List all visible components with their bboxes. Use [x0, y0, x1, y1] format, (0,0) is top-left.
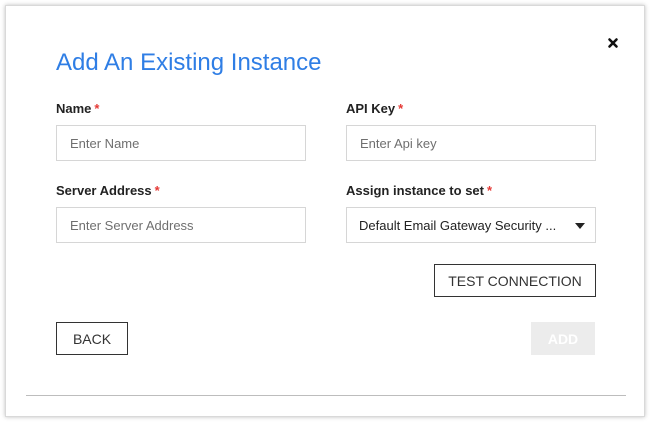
required-marker: *	[154, 183, 160, 198]
server-address-label-text: Server Address	[56, 183, 152, 198]
server-address-label: Server Address *	[56, 183, 160, 198]
caret-down-icon	[575, 223, 585, 229]
footer-divider	[26, 395, 626, 396]
back-button[interactable]: BACK	[56, 322, 128, 355]
close-icon	[605, 35, 621, 51]
required-marker: *	[94, 101, 100, 116]
server-address-input[interactable]	[56, 207, 306, 243]
api-key-label-text: API Key	[346, 101, 396, 116]
required-marker: *	[398, 101, 404, 116]
name-input[interactable]	[56, 125, 306, 161]
add-instance-dialog: Add An Existing Instance Name* API Key* …	[5, 5, 645, 417]
assign-set-label-text: Assign instance to set	[346, 183, 484, 198]
name-label-text: Name	[56, 101, 92, 116]
dialog-title: Add An Existing Instance	[56, 49, 322, 76]
required-marker: *	[486, 183, 493, 198]
assign-set-label: Assign instance to set *	[346, 183, 492, 198]
name-label: Name *	[56, 101, 99, 116]
test-connection-button[interactable]: TEST CONNECTION	[434, 264, 596, 297]
api-key-input[interactable]	[346, 125, 596, 161]
assign-set-dropdown[interactable]: Default Email Gateway Security ...	[346, 207, 596, 243]
close-button[interactable]	[604, 34, 622, 52]
assign-set-selected-value: Default Email Gateway Security ...	[359, 217, 557, 233]
add-button[interactable]: ADD	[531, 322, 595, 355]
api-key-label: API Key *	[346, 101, 403, 116]
